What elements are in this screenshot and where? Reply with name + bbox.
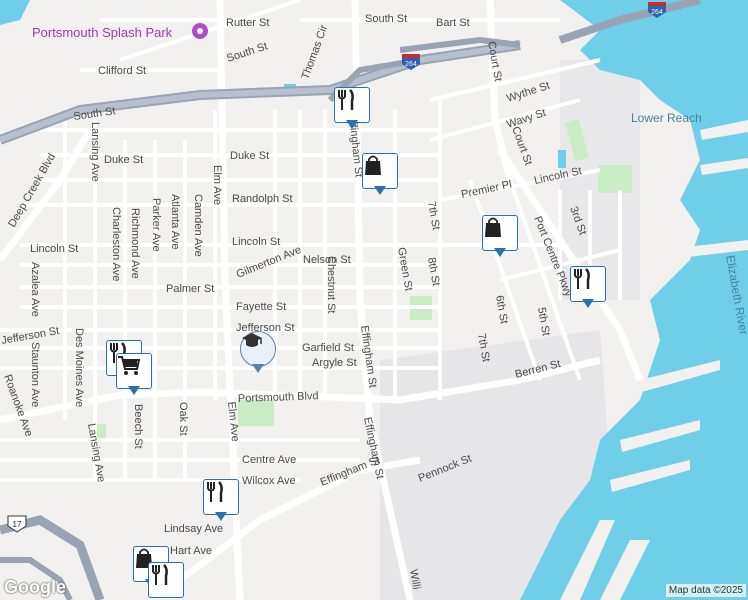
label-clifford-st: Clifford St (98, 65, 146, 77)
label-hart-ave: Hart Ave (170, 545, 212, 557)
label-chestnut-st: Chestnut St (325, 256, 337, 313)
label-randolph-st: Randolph St (232, 193, 293, 205)
label-beech-st: Beech St (132, 404, 144, 449)
label-oak-st: Oak St (177, 402, 189, 436)
park (598, 165, 632, 193)
restaurant-pin-5[interactable] (148, 562, 184, 600)
label-centre-ave: Centre Ave (242, 454, 296, 466)
label-parker-ave: Parker Ave (150, 198, 162, 252)
label-atlanta-ave: Atlanta Ave (169, 194, 181, 249)
label-lower-reach: Lower Reach (631, 111, 702, 125)
label-lansing-ave: Lansing Ave (89, 122, 101, 182)
label-splash-park: Portsmouth Splash Park (32, 25, 173, 40)
restaurant-pin-4[interactable] (203, 479, 239, 523)
label-camden-ave: Camden Ave (192, 194, 204, 257)
label-lincoln-st-mid: Lincoln St (232, 236, 280, 248)
label-wilcox-ave: Wilcox Ave (242, 475, 296, 487)
label-palmer-st: Palmer St (166, 283, 214, 295)
label-bart-st: Bart St (436, 17, 470, 29)
label-azalea-ave: Azalea Ave (29, 262, 41, 317)
label-duke-st: Duke St (104, 154, 143, 166)
map-canvas[interactable]: 264 264 17 Portsmouth Splash Park Rutter… (0, 0, 748, 600)
label-elm-ave: Elm Ave (211, 165, 223, 205)
label-rutter-st: Rutter St (226, 17, 269, 29)
shopping-pin-2[interactable] (482, 215, 518, 259)
label-fayette-st: Fayette St (236, 301, 286, 313)
shield-264-mid-text: 264 (405, 61, 417, 68)
label-lincoln-st-left: Lincoln St (30, 243, 78, 255)
shield-264-top-text: 264 (651, 9, 663, 16)
label-staunton-ave: Staunton Ave (29, 342, 41, 407)
label-argyle-st: Argyle St (312, 357, 357, 369)
school-pin[interactable] (240, 331, 276, 375)
google-logo: Google (4, 577, 66, 597)
label-duke-st-2: Duke St (230, 150, 269, 162)
label-lindsay-ave: Lindsay Ave (164, 523, 223, 535)
label-charleston-ave: Charleston Ave (110, 207, 122, 281)
shield-17-text: 17 (13, 520, 22, 529)
restaurant-pin[interactable] (334, 87, 370, 131)
grocery-pin[interactable] (116, 353, 152, 397)
label-richmond-ave: Richmond Ave (129, 208, 141, 279)
restaurant-pin-2[interactable] (570, 266, 606, 310)
label-garfield-st: Garfield St (302, 342, 354, 354)
label-des-moines-ave: Des Moines Ave (73, 328, 85, 407)
map-base: 264 264 17 Portsmouth Splash Park Rutter… (0, 0, 748, 600)
shopping-pin[interactable] (362, 153, 398, 197)
label-south-st-top: South St (365, 13, 407, 25)
map-attribution[interactable]: Map data ©2025 (665, 584, 746, 597)
